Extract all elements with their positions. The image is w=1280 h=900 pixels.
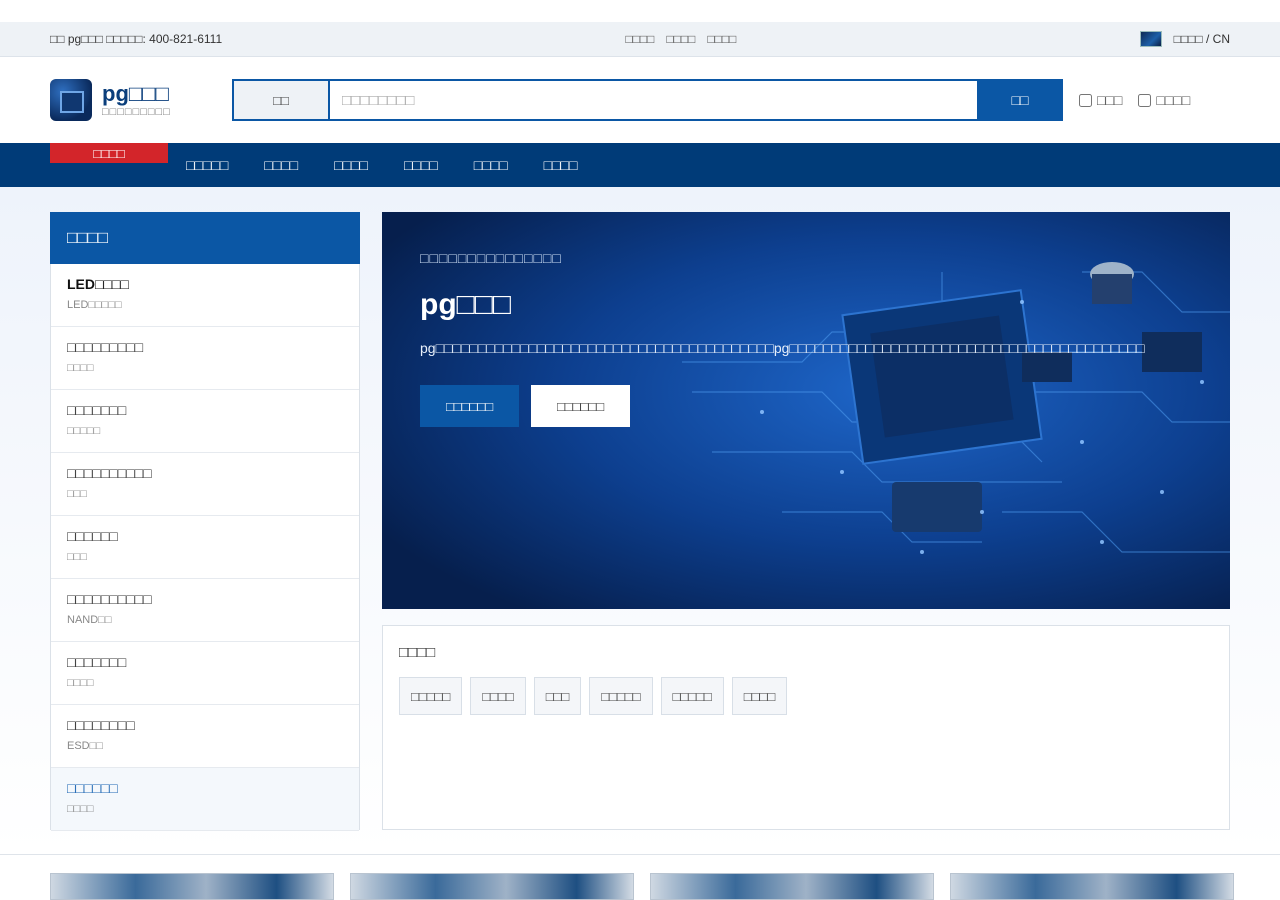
- sidebar-item[interactable]: □□□□□□□ □□□□: [51, 642, 359, 705]
- sidebar-item[interactable]: LED□□□□ LED□□□□□: [51, 264, 359, 327]
- search-bar: □□ □□: [232, 79, 1063, 121]
- tags-title: □□□□: [399, 644, 436, 661]
- banner-title: pg□□□: [420, 288, 512, 321]
- tag-item[interactable]: □□□□: [731, 677, 788, 715]
- banner-primary-button[interactable]: □□□□□□: [420, 385, 519, 427]
- product-thumbnails: [50, 873, 1234, 900]
- top-strip: [0, 0, 1280, 22]
- sidebar-item-active[interactable]: □□□□□□ □□□□: [51, 768, 359, 831]
- tag-item[interactable]: □□□□□: [660, 677, 724, 715]
- sidebar-item[interactable]: □□□□□□ □□□: [51, 516, 359, 579]
- welcome-text: □□ pg□□□ □□□□□: 400-821-6111: [50, 32, 223, 46]
- search-input[interactable]: [330, 81, 977, 119]
- category-sidebar: □□□□ LED□□□□ LED□□□□□ □□□□□□□□□ □□□□ □□□□□…: [50, 212, 360, 831]
- option-2[interactable]: □□□□: [1138, 92, 1190, 108]
- sidebar-item[interactable]: □□□□□□□ □□□□□: [51, 390, 359, 453]
- banner-kicker: □□□□□□□□□□□□□□□: [420, 250, 562, 266]
- tag-item[interactable]: □□□□□: [589, 677, 653, 715]
- top-bar: □□ pg□□□ □□□□□: 400-821-6111 □□□□ □□□□ □…: [0, 22, 1280, 57]
- sidebar-item[interactable]: □□□□□□□□□□ NAND□□: [51, 579, 359, 642]
- top-link-1[interactable]: □□□□: [625, 32, 654, 46]
- option-2-checkbox[interactable]: [1138, 93, 1152, 107]
- tag-item[interactable]: □□□□: [470, 677, 526, 715]
- search-button[interactable]: □□: [977, 79, 1063, 121]
- language-label[interactable]: □□□□ / CN: [1174, 32, 1230, 46]
- sidebar-item[interactable]: □□□□□□□□□□□□□: [51, 327, 359, 390]
- product-thumbnail[interactable]: [50, 873, 334, 900]
- top-links: □□□□ □□□□ □□□□: [625, 32, 736, 46]
- sidebar-item[interactable]: □□□□□□□□ ESD□□: [51, 705, 359, 768]
- top-link-2[interactable]: □□□□: [666, 32, 695, 46]
- tag-item[interactable]: □□□□□: [399, 677, 463, 715]
- product-thumbnail[interactable]: [350, 873, 634, 900]
- nav-item-3[interactable]: □□□□: [334, 157, 368, 173]
- language-switcher[interactable]: □□□□ / CN: [1139, 31, 1230, 47]
- header: pg□□□ □□□□□□□□□ □□ □□ □□□ □□□ □: [0, 57, 1280, 143]
- nav-item-6[interactable]: □□□□: [544, 157, 578, 173]
- section-divider: [0, 854, 1280, 855]
- nav-item-5[interactable]: □□□□: [474, 157, 508, 173]
- tag-item[interactable]: □□□: [533, 677, 582, 715]
- product-thumbnail[interactable]: [950, 873, 1234, 900]
- flag-icon: [1139, 31, 1162, 47]
- logo[interactable]: pg□□□ □□□□□□□□□: [50, 79, 232, 121]
- banner-description: pg□□□□□□□□□□□□□□□□□□□□□□□□□□□□□□□□□□□□□□…: [420, 340, 1145, 356]
- option-1[interactable]: □□□: [1079, 92, 1122, 108]
- option-1-checkbox[interactable]: [1079, 93, 1092, 107]
- sidebar-title: □□□□: [50, 212, 360, 264]
- nav-item-4[interactable]: □□□□: [404, 157, 438, 173]
- nav-item-2[interactable]: □□□□: [264, 157, 298, 173]
- all-categories-button[interactable]: □□□□: [50, 143, 168, 163]
- logo-name: pg□□□: [102, 81, 169, 106]
- top-link-3[interactable]: □□□□: [707, 32, 736, 46]
- hot-tags-panel: □□□□ □□□□□ □□□□ □□□ □□□□□ □□□□□ □□□□: [382, 625, 1230, 830]
- product-thumbnail[interactable]: [650, 873, 934, 900]
- search-category-select[interactable]: □□: [234, 81, 330, 119]
- nav-item-1[interactable]: □□□□□: [186, 157, 228, 173]
- main-nav: □□□□ □□□□□ □□□□ □□□□ □□□□ □□□□ □□□□: [0, 143, 1280, 187]
- hero-banner: □□□□□□□□□□□□□□□ pg□□□ pg□□□□□□□□□□□□□□□□…: [382, 212, 1230, 609]
- search-options: □□□ □□□□: [1079, 92, 1190, 108]
- sidebar-item[interactable]: □□□□□□□□□□□□□: [51, 453, 359, 516]
- logo-chip-icon: [50, 79, 92, 121]
- banner-secondary-button[interactable]: □□□□□□: [531, 385, 630, 427]
- logo-subtitle: □□□□□□□□□: [102, 106, 171, 118]
